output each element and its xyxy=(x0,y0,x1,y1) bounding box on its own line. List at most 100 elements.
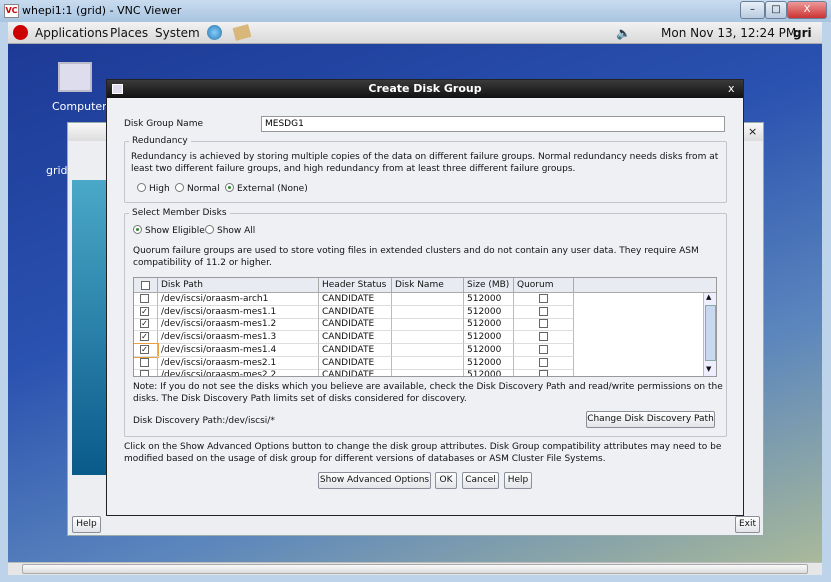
row-checkbox[interactable]: ✓ xyxy=(140,306,149,316)
hscroll-thumb[interactable] xyxy=(22,564,808,574)
bg-window-close-icon[interactable]: × xyxy=(748,125,757,138)
minimize-button[interactable]: – xyxy=(740,1,765,19)
cell-quorum[interactable] xyxy=(514,305,574,319)
show-advanced-options-button[interactable]: Show Advanced Options xyxy=(318,472,431,489)
cell-size: 512000 xyxy=(464,369,514,376)
cell-size: 512000 xyxy=(464,356,514,370)
table-row[interactable]: ✓ /dev/iscsi/oraasm-mes1.4 CANDIDATE 512000 xyxy=(134,342,704,358)
radio-show-eligible[interactable]: Show Eligible xyxy=(133,225,205,236)
cancel-button[interactable]: Cancel xyxy=(462,472,499,489)
desktop-label-computer: Computer xyxy=(52,100,107,113)
exit-button[interactable]: Exit xyxy=(735,516,760,533)
radio-normal[interactable]: Normal xyxy=(175,183,220,194)
radio-label: External (None) xyxy=(237,184,308,194)
cell-quorum[interactable] xyxy=(514,356,574,370)
radio-show-all[interactable]: Show All xyxy=(205,225,255,236)
row-select-cell[interactable]: ✓ xyxy=(134,342,159,358)
table-row[interactable]: /dev/iscsi/oraasm-arch1 CANDIDATE 512000 xyxy=(134,293,704,306)
table-row[interactable]: /dev/iscsi/oraasm-mes2.2 CANDIDATE 512000 xyxy=(134,369,704,376)
row-checkbox[interactable] xyxy=(140,370,149,376)
cell-name xyxy=(392,343,464,357)
row-checkbox[interactable]: ✓ xyxy=(140,344,149,354)
close-button[interactable]: X xyxy=(787,1,827,19)
globe-icon[interactable] xyxy=(207,25,222,40)
quorum-checkbox[interactable] xyxy=(539,357,548,367)
row-select-cell[interactable]: ✓ xyxy=(134,318,158,332)
cell-quorum[interactable] xyxy=(514,318,574,332)
table-row[interactable]: ✓ /dev/iscsi/oraasm-mes1.1 CANDIDATE 512000 xyxy=(134,305,704,319)
change-discovery-path-button[interactable]: Change Disk Discovery Path xyxy=(586,411,715,428)
cell-path: /dev/iscsi/oraasm-arch1 xyxy=(158,293,319,306)
cell-size: 512000 xyxy=(464,343,514,357)
row-select-cell[interactable]: ✓ xyxy=(134,331,158,345)
cell-quorum[interactable] xyxy=(514,331,574,345)
menu-places[interactable]: Places xyxy=(110,26,148,40)
volume-icon[interactable]: 🔈 xyxy=(616,26,631,40)
quorum-checkbox[interactable] xyxy=(539,344,548,354)
cell-quorum[interactable] xyxy=(514,369,574,376)
window-menu-icon[interactable] xyxy=(112,84,123,94)
user-name[interactable]: gri xyxy=(793,26,812,40)
menu-applications[interactable]: Applications xyxy=(35,26,108,40)
cell-status: CANDIDATE xyxy=(319,356,392,370)
quorum-checkbox[interactable] xyxy=(539,294,548,303)
radio-external[interactable]: External (None) xyxy=(225,183,308,194)
col-disk-path[interactable]: Disk Path xyxy=(158,278,319,293)
table-row[interactable]: ✓ /dev/iscsi/oraasm-mes1.3 CANDIDATE 512000 xyxy=(134,331,704,345)
cell-quorum[interactable] xyxy=(514,293,574,306)
quorum-checkbox[interactable] xyxy=(539,319,548,329)
redundancy-description: Redundancy is achieved by storing multip… xyxy=(131,152,719,174)
disk-group-name-input[interactable] xyxy=(261,116,725,132)
row-select-cell[interactable] xyxy=(134,356,158,370)
scroll-up-icon[interactable]: ▲ xyxy=(706,293,711,301)
row-select-cell[interactable] xyxy=(134,293,158,306)
quorum-checkbox[interactable] xyxy=(539,332,548,342)
member-disks-legend: Select Member Disks xyxy=(129,208,230,218)
radio-label: Normal xyxy=(187,184,220,194)
clock[interactable]: Mon Nov 13, 12:24 PM xyxy=(661,26,796,40)
advanced-note: Click on the Show Advanced Options butto… xyxy=(124,442,722,464)
col-disk-name[interactable]: Disk Name xyxy=(392,278,464,293)
radio-high[interactable]: High xyxy=(137,183,170,194)
computer-icon[interactable] xyxy=(58,62,92,92)
help-button[interactable]: Help xyxy=(504,472,532,489)
select-all-checkbox[interactable] xyxy=(141,281,150,290)
desktop-label-grid: grid xyxy=(46,164,68,177)
table-row[interactable]: ✓ /dev/iscsi/oraasm-mes1.2 CANDIDATE 512000 xyxy=(134,318,704,332)
maximize-button[interactable]: □ xyxy=(765,1,787,19)
cell-path: /dev/iscsi/oraasm-mes1.1 xyxy=(158,305,319,319)
cell-name xyxy=(392,356,464,370)
row-checkbox[interactable] xyxy=(140,357,149,367)
select-all-header[interactable] xyxy=(134,278,158,293)
row-checkbox[interactable]: ✓ xyxy=(140,319,149,329)
discovery-path-label: Disk Discovery Path:/dev/iscsi/* xyxy=(133,416,275,426)
table-scrollbar[interactable]: ▲ ▼ xyxy=(703,293,716,376)
vnc-horizontal-scrollbar[interactable] xyxy=(8,562,822,575)
col-header-status[interactable]: Header Status xyxy=(319,278,392,293)
row-select-cell[interactable]: ✓ xyxy=(134,305,158,319)
table-row[interactable]: /dev/iscsi/oraasm-mes2.1 CANDIDATE 512000 xyxy=(134,356,704,370)
quorum-checkbox[interactable] xyxy=(539,370,548,376)
cell-quorum[interactable] xyxy=(514,343,574,357)
dialog-close-icon[interactable]: x xyxy=(728,82,735,95)
scrollbar-thumb[interactable] xyxy=(705,305,716,361)
cell-size: 512000 xyxy=(464,318,514,332)
bg-help-button[interactable]: Help xyxy=(72,516,101,533)
cell-name xyxy=(392,369,464,376)
cell-status: CANDIDATE xyxy=(319,343,392,357)
scroll-down-icon[interactable]: ▼ xyxy=(706,365,711,373)
redundancy-legend: Redundancy xyxy=(129,136,191,146)
vnc-title-bar: VC whepi1:1 (grid) - VNC Viewer – □ X xyxy=(0,0,831,22)
quorum-note: Quorum failure groups are used to store … xyxy=(133,246,699,268)
mail-icon[interactable] xyxy=(232,24,252,41)
col-quorum[interactable]: Quorum xyxy=(514,278,574,293)
cell-size: 512000 xyxy=(464,331,514,345)
row-checkbox[interactable] xyxy=(140,294,149,303)
col-size[interactable]: Size (MB) xyxy=(464,278,514,293)
menu-system[interactable]: System xyxy=(155,26,200,40)
ok-button[interactable]: OK xyxy=(435,472,457,489)
quorum-checkbox[interactable] xyxy=(539,306,548,316)
gnome-panel: Applications Places System 🔈 Mon Nov 13,… xyxy=(8,22,822,44)
row-select-cell[interactable] xyxy=(134,369,158,376)
row-checkbox[interactable]: ✓ xyxy=(140,332,149,342)
